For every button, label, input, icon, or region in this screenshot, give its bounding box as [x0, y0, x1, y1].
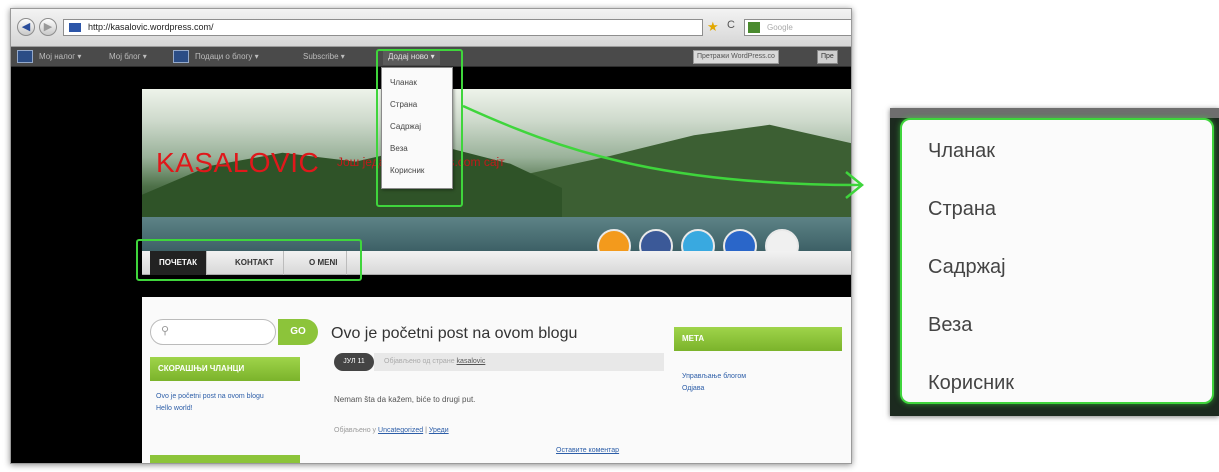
- post-body: Nemam šta da kažem, biće to drugi put.: [334, 395, 476, 404]
- recent-posts-heading: СКОРАШЊИ ЧЛАНЦИ: [150, 357, 300, 381]
- browser-screenshot: ◀ ▶ http://kasalovic.wordpress.com/ ★ C …: [10, 8, 852, 464]
- browser-search-placeholder: Google: [767, 23, 793, 32]
- google-icon: [748, 22, 760, 33]
- zoom-item-post[interactable]: Чланак: [928, 140, 995, 163]
- bookmark-star-icon[interactable]: ★: [707, 19, 719, 35]
- blog-search-input[interactable]: ⚲: [150, 319, 276, 345]
- highlight-box-tabs: [136, 239, 362, 281]
- zoom-item-link[interactable]: Веза: [928, 314, 972, 337]
- highlight-box-menu: [376, 49, 463, 207]
- browser-search-input[interactable]: Google: [744, 19, 851, 36]
- post-category-prefix: Објављено у: [334, 427, 377, 434]
- forward-icon[interactable]: ▶: [39, 18, 57, 36]
- archive-heading: [150, 455, 300, 463]
- post-title[interactable]: Ovo je početni post na ovom blogu: [331, 325, 577, 343]
- zoom-item-media[interactable]: Садржај: [928, 256, 1006, 279]
- admin-my-blog[interactable]: Мој блог ▾: [109, 47, 147, 67]
- meta-link[interactable]: Одјава: [682, 385, 704, 392]
- admin-search-button[interactable]: Пре: [817, 50, 838, 64]
- browser-toolbar: ◀ ▶ http://kasalovic.wordpress.com/ ★ C …: [11, 9, 851, 47]
- post-category-line: Објављено у Uncategorized | Уреди: [334, 427, 449, 434]
- search-icon: ⚲: [161, 325, 170, 337]
- back-icon[interactable]: ◀: [17, 18, 35, 36]
- site-favicon-icon: [69, 23, 81, 32]
- address-url: http://kasalovic.wordpress.com/: [88, 22, 214, 32]
- post-author-link[interactable]: kasalovic: [457, 358, 486, 365]
- recent-post-link[interactable]: Ovo je početni post na ovom blogu: [156, 393, 264, 400]
- zoom-item-page[interactable]: Страна: [928, 198, 996, 221]
- search-go-button[interactable]: GO: [278, 319, 318, 345]
- meta-heading: МЕТА: [674, 327, 842, 351]
- blog-content: ⚲ GO СКОРАШЊИ ЧЛАНЦИ Ovo je početni post…: [142, 297, 851, 463]
- zoomed-dropdown: Чланак Страна Садржај Веза Корисник: [900, 118, 1214, 404]
- post-meta-prefix: Објављено од стране: [384, 358, 455, 365]
- admin-search-input[interactable]: Претражи WordPress.co: [693, 50, 779, 64]
- post-date: ЈУЛ 11: [334, 353, 374, 371]
- wordpress-icon[interactable]: [17, 50, 33, 63]
- leave-comment-link[interactable]: Оставите коментар: [556, 447, 619, 454]
- admin-subscribe[interactable]: Subscribe ▾: [303, 47, 345, 67]
- blog-title[interactable]: KASALOVIC: [156, 147, 319, 179]
- recent-post-link[interactable]: Hello world!: [156, 405, 193, 412]
- reload-icon[interactable]: C: [727, 19, 735, 31]
- meta-link[interactable]: Управљање блогом: [682, 373, 746, 380]
- zoom-adminbar-strip: [890, 108, 1219, 118]
- admin-my-account[interactable]: Мој налог ▾: [39, 47, 81, 67]
- post-meta: Објављено од стране kasalovic: [374, 353, 664, 371]
- zoom-item-user[interactable]: Корисник: [928, 372, 1014, 395]
- blog-icon[interactable]: [173, 50, 189, 63]
- address-bar[interactable]: http://kasalovic.wordpress.com/: [63, 19, 703, 36]
- post-edit-link[interactable]: Уреди: [429, 427, 449, 434]
- admin-blog-info[interactable]: Подаци о блогу ▾: [195, 47, 259, 67]
- zoomed-dropdown-panel: Чланак Страна Садржај Веза Корисник: [890, 108, 1219, 416]
- blog-header: KASALOVIC Још један WordPress.com сајт: [142, 89, 851, 251]
- post-category-link[interactable]: Uncategorized: [378, 427, 423, 434]
